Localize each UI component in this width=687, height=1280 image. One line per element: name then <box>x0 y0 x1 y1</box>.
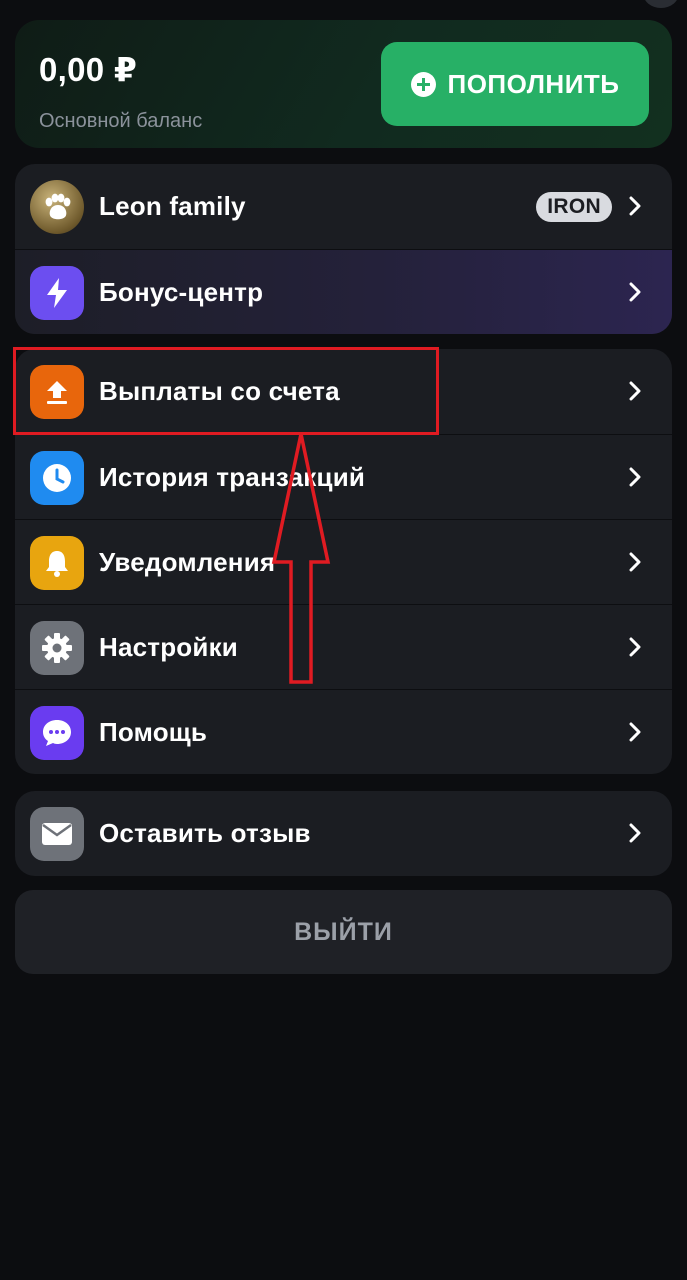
menu-group-account: Выплаты со счета История транзакций Увед… <box>15 349 672 774</box>
menu-group-loyalty: Leon family IRON Бонус-центр <box>15 164 672 334</box>
balance-card: 0,00 ₽ Основной баланс ПОПОЛНИТЬ <box>15 20 672 148</box>
chevron-right-icon <box>629 381 641 401</box>
menu-item-label: Помощь <box>99 716 208 747</box>
clock-icon <box>30 451 84 505</box>
chat-icon <box>30 706 84 760</box>
screen: 0,00 ₽ Основной баланс ПОПОЛНИТЬ Leon fa… <box>0 0 687 1280</box>
menu-item-label: Оставить отзыв <box>99 818 311 848</box>
bell-icon <box>30 536 84 590</box>
gear-icon <box>30 621 84 675</box>
menu-item-leave-feedback[interactable]: Оставить отзыв <box>15 791 672 876</box>
chevron-right-icon <box>629 467 641 487</box>
balance-amount: 0,00 ₽ <box>39 51 138 88</box>
menu-item-leon-family[interactable]: Leon family IRON <box>15 164 672 249</box>
menu-item-label: Leon family <box>99 191 246 221</box>
menu-item-label: Бонус-центр <box>99 276 264 307</box>
menu-item-help[interactable]: Помощь <box>15 689 672 774</box>
upload-icon <box>30 365 84 419</box>
menu-item-withdrawals[interactable]: Выплаты со счета <box>15 349 672 434</box>
menu-item-label: Настройки <box>99 631 238 662</box>
chevron-right-icon <box>629 282 641 302</box>
topup-button[interactable]: ПОПОЛНИТЬ <box>381 42 649 126</box>
chevron-right-icon <box>629 196 641 216</box>
paw-icon <box>30 180 84 234</box>
chevron-right-icon <box>629 637 641 657</box>
menu-item-settings[interactable]: Настройки <box>15 604 672 689</box>
menu-item-label: Выплаты со счета <box>99 376 340 406</box>
menu-item-label: Уведомления <box>99 546 276 577</box>
lightning-icon <box>30 266 84 320</box>
logout-button[interactable]: ВЫЙТИ <box>15 890 672 974</box>
topup-button-label: ПОПОЛНИТЬ <box>447 68 620 99</box>
chevron-right-icon <box>629 552 641 572</box>
status-badge: IRON <box>536 192 612 222</box>
plus-icon <box>410 71 436 97</box>
mail-icon <box>30 807 84 861</box>
top-avatar-partial[interactable] <box>643 0 679 8</box>
menu-item-bonus-center[interactable]: Бонус-центр <box>15 249 672 334</box>
menu-item-transaction-history[interactable]: История транзакций <box>15 434 672 519</box>
menu-item-notifications[interactable]: Уведомления <box>15 519 672 604</box>
balance-label: Основной баланс <box>39 110 203 132</box>
chevron-right-icon <box>629 823 641 843</box>
menu-group-feedback: Оставить отзыв <box>15 791 672 876</box>
chevron-right-icon <box>629 722 641 742</box>
menu-item-label: История транзакций <box>99 461 366 492</box>
